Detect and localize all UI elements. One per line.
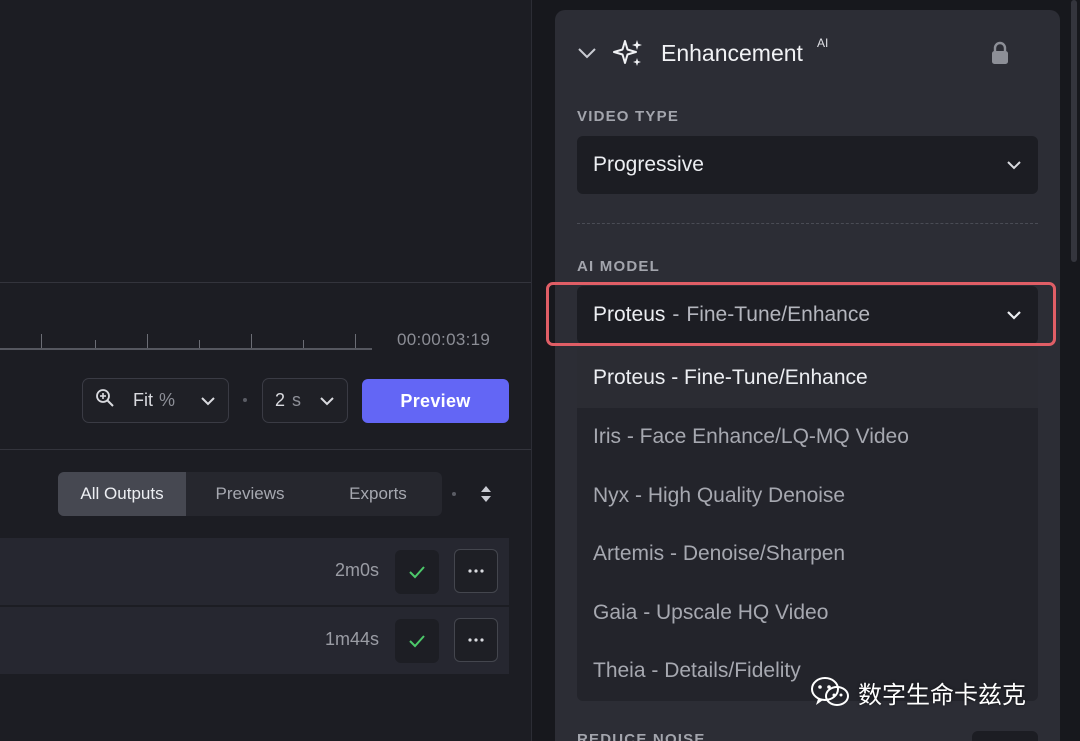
dropdown-option[interactable]: Nyx - High Quality Denoise [577,467,1038,526]
check-icon[interactable] [395,550,439,594]
watermark-text: 数字生命卡兹克 [858,680,1026,709]
highlight-outline [546,282,1056,346]
divider [0,449,531,450]
chevron-down-icon [200,396,216,406]
scrollbar[interactable] [1071,0,1077,262]
tab-all-outputs[interactable]: All Outputs [58,472,186,516]
separator-dot [243,398,247,402]
duration-select[interactable]: 2 s [262,378,348,423]
timeline-track [0,348,372,350]
tab-exports[interactable]: Exports [314,472,442,516]
watermark: 数字生命卡兹克 [810,672,1026,712]
dropdown-option[interactable]: Proteus - Fine-Tune/Enhance [577,348,1038,408]
zoom-value: Fit [133,390,153,410]
more-options-button[interactable] [454,618,498,662]
preview-controls: Fit % 2 s Preview [0,378,531,424]
ai-badge: AI [817,36,829,50]
left-pane: 00:00:03:19 Fit % 2 s Preview All Output… [0,0,531,741]
video-type-label: VIDEO TYPE [577,108,680,125]
duration-value: 2 [275,390,286,410]
preview-button[interactable]: Preview [362,379,509,423]
output-filter-tabs: All Outputs Previews Exports [58,472,442,516]
zoom-unit: % [159,390,176,410]
separator-dot [452,492,456,496]
output-row[interactable]: 1m44s [0,607,509,674]
sort-icon[interactable] [480,484,492,504]
chevron-down-icon [319,396,335,406]
duration-unit: s [292,390,302,410]
timeline-ruler[interactable] [0,318,372,352]
lock-icon[interactable] [990,41,1010,70]
reduce-noise-label: REDUCE NOISE [577,731,706,741]
dropdown-option[interactable]: Artemis - Denoise/Sharpen [577,525,1038,584]
dropdown-option[interactable]: Iris - Face Enhance/LQ-MQ Video [577,408,1038,467]
zoom-select[interactable]: Fit % [82,378,229,423]
output-row[interactable]: 2m0s [0,538,509,605]
video-type-value: Progressive [593,153,704,176]
check-icon[interactable] [395,619,439,663]
chevron-down-icon [1006,160,1022,170]
sparkles-icon [613,38,643,68]
output-duration: 2m0s [334,560,379,580]
more-options-button[interactable] [454,549,498,593]
panel-title: Enhancement [661,40,803,66]
output-duration: 1m44s [324,629,379,649]
video-viewer[interactable] [0,0,531,283]
more-icon [468,638,484,642]
wechat-icon [810,675,850,709]
dropdown-option[interactable]: Gaia - Upscale HQ Video [577,584,1038,643]
video-type-select[interactable]: Progressive [577,136,1038,194]
timecode-label: 00:00:03:19 [397,330,491,349]
ai-model-label: AI MODEL [577,258,660,275]
section-divider [577,223,1038,224]
ai-model-dropdown: Proteus - Fine-Tune/Enhance Iris - Face … [577,348,1038,701]
chevron-down-icon[interactable] [577,47,597,59]
more-icon [468,569,484,573]
zoom-in-icon [95,388,115,413]
reduce-noise-control[interactable] [972,731,1038,741]
panel-header[interactable] [577,38,643,68]
tab-previews[interactable]: Previews [186,472,314,516]
